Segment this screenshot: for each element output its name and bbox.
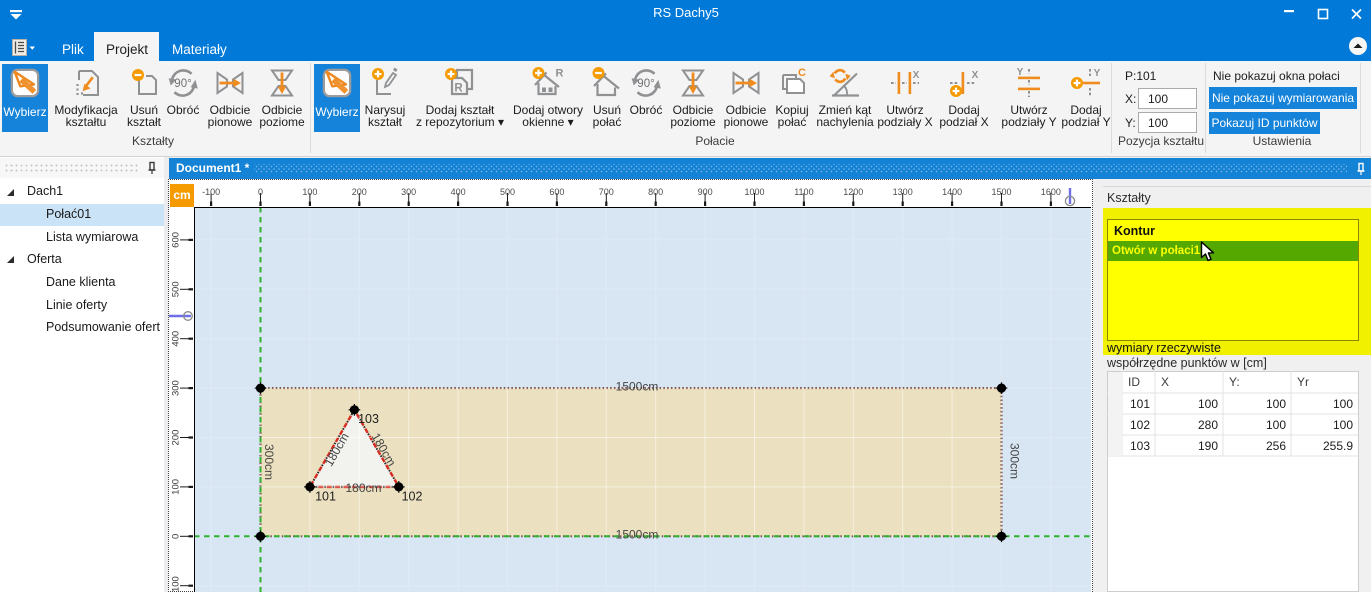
svg-text:100: 100 [171,479,182,495]
svg-text:500: 500 [171,281,182,297]
svg-text:100: 100 [1198,397,1218,411]
svg-text:Yr: Yr [1297,375,1309,389]
svg-text:R: R [454,83,463,95]
svg-text:600: 600 [171,232,182,248]
svg-text:700: 700 [599,187,614,197]
svg-text:200: 200 [171,430,182,446]
svg-text:103: 103 [358,412,379,426]
svg-text:ID: ID [1128,375,1140,389]
svg-text:280: 280 [1198,418,1218,432]
svg-text:X: X [1161,375,1169,389]
svg-text:300cm: 300cm [262,444,276,480]
svg-text:800: 800 [648,187,663,197]
svg-text:300: 300 [171,380,182,396]
svg-text:100: 100 [302,187,317,197]
svg-text:1600: 1600 [1041,187,1061,197]
svg-text:1500cm: 1500cm [616,528,659,542]
svg-text:300: 300 [401,187,416,197]
svg-text:1000: 1000 [744,187,764,197]
svg-text:101: 101 [315,489,336,503]
svg-text:102: 102 [1130,418,1150,432]
svg-text:0: 0 [258,187,263,197]
svg-text:R: R [556,68,564,80]
svg-text:600: 600 [549,187,564,197]
svg-text:900: 900 [698,187,713,197]
svg-text:90°: 90° [637,78,654,90]
svg-text:1500cm: 1500cm [616,380,659,394]
svg-text:101: 101 [1130,397,1150,411]
svg-text:-100: -100 [202,187,220,197]
svg-text:100: 100 [1266,418,1286,432]
svg-text:X: X [913,70,920,81]
svg-text:100: 100 [1333,397,1353,411]
svg-text:C: C [798,67,806,79]
svg-text:1400: 1400 [942,187,962,197]
svg-text:180cm: 180cm [345,481,381,495]
svg-text:256: 256 [1266,439,1286,453]
svg-text:Y: Y [1094,68,1101,79]
svg-text:X: X [972,70,979,81]
svg-text:500: 500 [500,187,515,197]
svg-text:Y:: Y: [1229,375,1240,389]
svg-text:300cm: 300cm [1007,443,1021,479]
svg-text:102: 102 [402,489,423,503]
svg-text:1500: 1500 [991,187,1011,197]
svg-text:1200: 1200 [843,187,863,197]
svg-text:Y: Y [1017,67,1024,78]
svg-text:103: 103 [1130,439,1150,453]
svg-text:1100: 1100 [794,187,813,197]
svg-text:400: 400 [451,187,466,197]
svg-text:100: 100 [1333,418,1353,432]
svg-text:190: 190 [1198,439,1218,453]
svg-text:-100: -100 [171,576,182,592]
svg-text:1300: 1300 [893,187,913,197]
svg-text:100: 100 [1266,397,1286,411]
svg-text:0: 0 [171,534,182,539]
svg-text:255.9: 255.9 [1323,439,1353,453]
svg-text:400: 400 [171,331,182,347]
svg-text:200: 200 [352,187,367,197]
